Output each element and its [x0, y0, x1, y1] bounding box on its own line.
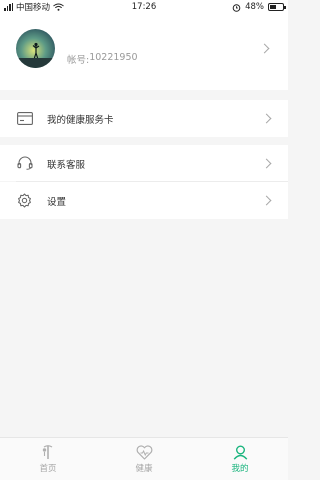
account-info: 帐号: 10221950: [67, 52, 138, 66]
tab-label-mine: 我的: [231, 464, 249, 474]
health-icon: [136, 445, 152, 460]
profile-icon: [233, 445, 247, 460]
tab-health[interactable]: 健康: [96, 438, 192, 480]
menu-item-customer-service[interactable]: 联系客服: [0, 145, 288, 181]
headset-icon: [17, 156, 33, 170]
menu-label-customer-service: 联系客服: [47, 160, 86, 171]
card-icon: [17, 112, 33, 125]
status-bar: 中国移动 17:26 48%: [0, 0, 288, 14]
menu-label-settings: 设置: [47, 197, 67, 208]
avatar[interactable]: [16, 29, 55, 68]
battery-percent: 48%: [245, 2, 264, 12]
account-number: 10221950: [89, 52, 138, 63]
menu-item-settings[interactable]: 设置: [0, 182, 288, 219]
alarm-icon: [232, 3, 241, 12]
menu-label-health-card: 我的健康服务卡: [47, 115, 114, 126]
chevron-right-icon: [261, 158, 272, 169]
chevron-right-icon: [259, 43, 270, 54]
tab-label-health: 健康: [135, 464, 153, 474]
battery-icon: [268, 3, 286, 11]
tab-label-home: 首页: [39, 464, 57, 474]
home-icon: [42, 445, 53, 459]
gear-icon: [18, 193, 31, 208]
tab-mine[interactable]: 我的: [192, 438, 288, 480]
bottom-tab-bar: 首页 健康 我的: [0, 437, 288, 480]
profile-header[interactable]: 帐号: 10221950: [0, 14, 288, 90]
account-label: 帐号:: [67, 55, 90, 66]
chevron-right-icon: [261, 113, 272, 124]
chevron-right-icon: [261, 195, 272, 206]
tab-home[interactable]: 首页: [0, 438, 96, 480]
status-right: 48%: [232, 1, 286, 13]
avatar-image: [16, 29, 55, 68]
menu-item-health-card[interactable]: 我的健康服务卡: [0, 100, 288, 137]
